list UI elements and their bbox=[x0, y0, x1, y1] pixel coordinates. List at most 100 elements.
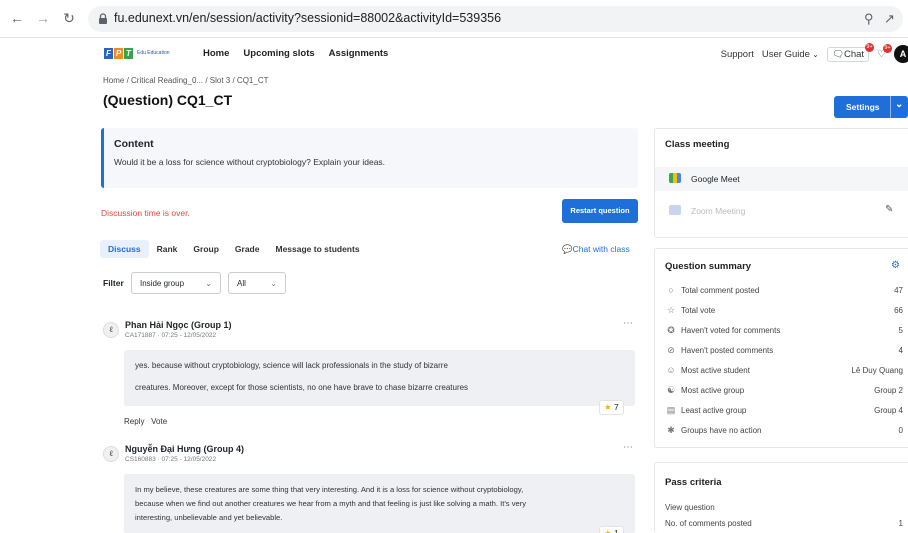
tab-message-to-students[interactable]: Message to students bbox=[267, 240, 367, 258]
post-meta: CA171887 · 07:25 - 12/05/2022 bbox=[125, 332, 217, 339]
group-filter-select[interactable]: Inside group ⌄ bbox=[131, 272, 221, 294]
breadcrumb-course[interactable]: Critical Reading_0... bbox=[131, 76, 203, 85]
post-text-line: interesting, unbelievable and yet believ… bbox=[135, 513, 283, 522]
settings-button[interactable]: Settings ⌄ bbox=[834, 96, 908, 118]
chat-label: Chat bbox=[843, 48, 865, 60]
tab-group[interactable]: Group bbox=[185, 240, 227, 258]
google-meet-row[interactable]: Google Meet bbox=[655, 167, 908, 191]
post: ℓ Nguyễn Đại Hưng (Group 4) CS160883 · 0… bbox=[103, 442, 636, 533]
content-heading: Content bbox=[114, 138, 154, 150]
share-icon[interactable]: ↗ bbox=[884, 11, 895, 27]
chevron-down-icon: ⌄ bbox=[809, 49, 819, 59]
content-card: Content Would it be a loss for science w… bbox=[101, 128, 638, 188]
tab-discuss[interactable]: Discuss bbox=[100, 240, 149, 258]
logo-subtitle: Edu Education bbox=[137, 50, 170, 56]
question-summary-title: Question summary bbox=[665, 261, 752, 272]
summary-row: ☯ Most active group Group 2 bbox=[665, 385, 903, 399]
chevron-down-icon: ⌄ bbox=[270, 278, 277, 288]
chat-badge: 9+ bbox=[865, 42, 875, 52]
edit-pencil-icon[interactable]: ✎ bbox=[885, 204, 893, 215]
pass-criteria-title: Pass criteria bbox=[665, 477, 722, 488]
star-count-value: 1 bbox=[614, 528, 619, 533]
nav-upcoming-slots[interactable]: Upcoming slots bbox=[243, 48, 314, 59]
avatar[interactable]: A bbox=[894, 45, 908, 63]
comments-posted-value: 1 bbox=[898, 519, 903, 528]
summary-label: Haven't posted comments bbox=[681, 346, 774, 355]
bell-icon[interactable]: ♡ 9+ bbox=[877, 43, 892, 60]
pass-criteria-panel: Pass criteria View question No. of comme… bbox=[654, 462, 908, 533]
top-nav: Home Upcoming slots Assignments bbox=[203, 48, 388, 59]
star-icon: ★ bbox=[604, 402, 612, 412]
group-icon: ☯ bbox=[666, 385, 676, 395]
divider bbox=[890, 96, 891, 118]
filter-row: Filter Inside group ⌄ All ⌄ bbox=[103, 272, 286, 294]
summary-row: ☆ Total vote 66 bbox=[665, 305, 903, 319]
address-bar[interactable]: fu.edunext.vn/en/session/activity?sessio… bbox=[88, 6, 903, 32]
post-text-line: creatures. Moreover, except for those sc… bbox=[135, 383, 469, 392]
zoom-meeting-label: Zoom Meeting bbox=[691, 206, 746, 216]
nav-home[interactable]: Home bbox=[203, 48, 229, 59]
summary-label: Haven't voted for comments bbox=[681, 326, 781, 335]
post-text-line: yes. because without cryptobiology, scie… bbox=[135, 361, 448, 370]
nav-assignments[interactable]: Assignments bbox=[329, 48, 389, 59]
chat-bubble-icon: 💬 bbox=[562, 244, 573, 254]
zoom-icon bbox=[669, 205, 681, 215]
url-text: fu.edunext.vn/en/session/activity?sessio… bbox=[114, 11, 502, 25]
post-author[interactable]: Phan Hải Ngọc (Group 1) bbox=[125, 320, 232, 330]
filter-label: Filter bbox=[103, 278, 124, 288]
summary-row: ▤ Least active group Group 4 bbox=[665, 405, 903, 419]
reply-link[interactable]: Reply bbox=[124, 417, 144, 426]
support-link[interactable]: Support bbox=[721, 49, 754, 60]
post-text-line: because when we find out another creatur… bbox=[135, 499, 527, 508]
group-least-icon: ▤ bbox=[666, 405, 676, 415]
fpt-logo[interactable]: F P T Edu Education bbox=[104, 46, 170, 60]
tab-grade[interactable]: Grade bbox=[227, 240, 268, 258]
post: ℓ Phan Hải Ngọc (Group 1) CA171887 · 07:… bbox=[103, 318, 636, 430]
logo-mark: F P T bbox=[104, 47, 133, 59]
back-arrow-icon[interactable]: ← bbox=[8, 9, 26, 27]
post-author[interactable]: Nguyễn Đại Hưng (Group 4) bbox=[125, 444, 244, 454]
more-options-icon[interactable]: ⋯ bbox=[623, 442, 633, 453]
class-meeting-title: Class meeting bbox=[665, 139, 730, 150]
post-body: In my believe, these creatures are some … bbox=[124, 474, 635, 533]
chat-button[interactable]: 🗨Chat 9+ bbox=[826, 42, 875, 62]
summary-label: Most active student bbox=[681, 366, 750, 375]
more-options-icon[interactable]: ⋯ bbox=[623, 318, 633, 329]
vote-link[interactable]: Vote bbox=[151, 417, 167, 426]
tab-rank[interactable]: Rank bbox=[149, 240, 186, 258]
header-right: Support User Guide ⌄ 🗨Chat 9+ ♡ 9+ A bbox=[721, 42, 908, 63]
user-avatar-icon: ℓ bbox=[103, 322, 119, 338]
chevron-down-icon[interactable]: ⌄ bbox=[895, 99, 903, 110]
star-count[interactable]: ★ 7 bbox=[599, 400, 624, 415]
page-title: (Question) CQ1_CT bbox=[103, 92, 233, 108]
forward-arrow-icon[interactable]: → bbox=[34, 9, 52, 27]
summary-label: Total vote bbox=[681, 306, 716, 315]
breadcrumb-slot[interactable]: Slot 3 bbox=[210, 76, 230, 85]
summary-value: 0 bbox=[898, 426, 903, 435]
chat-with-class-label: Chat with class bbox=[572, 244, 630, 254]
summary-row: ○ Total comment posted 47 bbox=[665, 285, 903, 299]
scope-filter-value: All bbox=[237, 278, 246, 288]
discussion-status: Discussion time is over. bbox=[101, 208, 190, 218]
chat-with-class-link[interactable]: 💬Chat with class bbox=[562, 244, 630, 255]
scope-filter-select[interactable]: All ⌄ bbox=[228, 272, 286, 294]
summary-value: 66 bbox=[894, 306, 903, 315]
gear-icon[interactable]: ⚙ bbox=[891, 260, 900, 271]
summary-value: Group 2 bbox=[874, 386, 903, 395]
star-count-value: 7 bbox=[614, 402, 619, 412]
comments-posted-label: No. of comments posted bbox=[665, 519, 752, 528]
question-text: Would it be a loss for science without c… bbox=[114, 157, 386, 167]
group-none-icon: ✱ bbox=[667, 425, 675, 435]
star-outline-icon: ☆ bbox=[666, 305, 676, 315]
notification-badge: 9+ bbox=[883, 43, 892, 53]
summary-value: Lê Duy Quang bbox=[851, 366, 903, 375]
reload-icon[interactable]: ↻ bbox=[60, 9, 78, 27]
summary-value: 4 bbox=[898, 346, 903, 355]
zoom-icon[interactable]: ⚲ bbox=[864, 11, 874, 27]
breadcrumb-home[interactable]: Home bbox=[103, 76, 124, 85]
restart-question-button[interactable]: Restart question bbox=[562, 199, 638, 223]
post-meta: CS160883 · 07:25 - 12/05/2022 bbox=[125, 456, 217, 463]
star-count[interactable]: ★ 1 bbox=[599, 526, 624, 533]
summary-value: 47 bbox=[894, 286, 903, 295]
user-guide-dropdown[interactable]: User Guide ⌄ bbox=[762, 49, 819, 60]
